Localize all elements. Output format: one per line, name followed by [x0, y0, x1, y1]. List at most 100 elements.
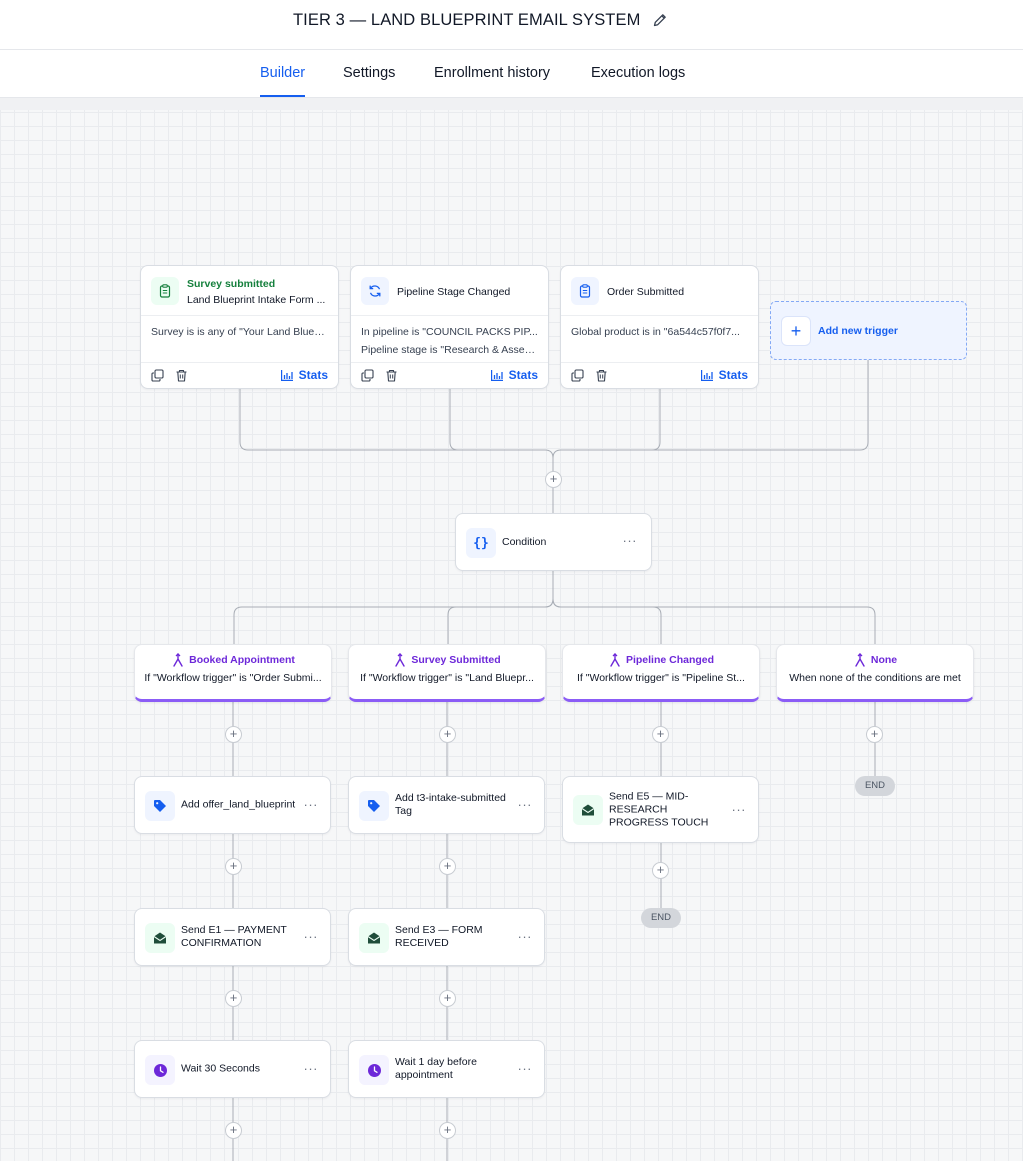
trigger-filter-line: Pipeline stage is "Research & Asses... — [361, 344, 538, 356]
more-options-icon[interactable]: ··· — [518, 929, 533, 944]
add-trigger-label: Add new trigger — [818, 325, 898, 337]
tab-execution-logs[interactable]: Execution logs — [591, 65, 685, 95]
branch-booked-appointment[interactable]: Booked Appointment If "Workflow trigger"… — [134, 644, 332, 702]
more-options-icon[interactable]: ··· — [304, 1061, 319, 1076]
branch-title: Pipeline Changed — [563, 653, 759, 667]
tab-settings[interactable]: Settings — [343, 65, 395, 95]
pencil-icon[interactable] — [652, 12, 670, 30]
end-marker: END — [855, 776, 895, 796]
stats-label: Stats — [508, 368, 538, 382]
end-marker: END — [641, 908, 681, 928]
mail-icon — [573, 795, 603, 825]
stats-button[interactable]: Stats — [280, 368, 328, 382]
trigger-header: Pipeline Stage Changed — [351, 266, 548, 316]
trigger-title: Pipeline Stage Changed — [397, 286, 511, 298]
tag-icon — [145, 791, 175, 821]
workflow-title: TIER 3 — LAND BLUEPRINT EMAIL SYSTEM — [293, 11, 641, 29]
braces-icon: {} — [466, 528, 496, 558]
add-step-button[interactable]: + — [652, 862, 669, 879]
condition-node[interactable]: {} Condition ··· — [455, 513, 652, 571]
trigger-card-pipeline-stage-changed[interactable]: Pipeline Stage Changed In pipeline is "C… — [350, 265, 549, 389]
clock-icon — [145, 1055, 175, 1085]
branch-icon — [173, 653, 183, 667]
action-label: Wait 1 day before appointment — [395, 1056, 477, 1081]
more-options-icon[interactable]: ··· — [304, 929, 319, 944]
branch-icon — [610, 653, 620, 667]
action-add-tag[interactable]: Add offer_land_blueprint ··· — [134, 776, 331, 834]
branch-condition: If "Workflow trigger" is "Land Bluepr... — [360, 672, 534, 684]
trigger-card-order-submitted[interactable]: Order Submitted Global product is in "6a… — [560, 265, 759, 389]
workflow-canvas[interactable] — [0, 98, 1023, 1161]
trigger-footer: Stats — [561, 362, 758, 388]
add-step-button[interactable]: + — [439, 726, 456, 743]
branch-title-text: Survey Submitted — [411, 654, 501, 666]
more-options-icon[interactable]: ··· — [623, 533, 638, 548]
branch-icon — [395, 653, 406, 667]
action-label: Add t3-intake-submitted Tag — [395, 792, 506, 817]
add-step-button[interactable]: + — [225, 990, 242, 1007]
branch-title: Booked Appointment — [135, 653, 331, 667]
add-step-button[interactable]: + — [439, 1122, 456, 1139]
plus-icon: + — [781, 316, 811, 346]
trigger-footer: Stats — [141, 362, 338, 388]
branch-none[interactable]: None When none of the conditions are met — [776, 644, 974, 702]
more-options-icon[interactable]: ··· — [304, 797, 319, 812]
action-send-email[interactable]: Send E1 — PAYMENT CONFIRMATION ··· — [134, 908, 331, 966]
trigger-footer: Stats — [351, 362, 548, 388]
branch-title-text: None — [870, 654, 898, 666]
more-options-icon[interactable]: ··· — [732, 801, 747, 816]
trigger-header: Order Submitted — [561, 266, 758, 316]
stats-button[interactable]: Stats — [490, 368, 538, 382]
branch-pipeline-changed[interactable]: Pipeline Changed If "Workflow trigger" i… — [562, 644, 760, 702]
bar-chart-icon — [280, 369, 293, 381]
add-step-button[interactable]: + — [545, 471, 562, 488]
action-wait[interactable]: Wait 1 day before appointment ··· — [348, 1040, 545, 1098]
action-send-email[interactable]: Send E5 — MID-RESEARCH PROGRESS TOUCH ··… — [562, 776, 759, 843]
copy-icon[interactable] — [571, 369, 584, 382]
trigger-filters: In pipeline is "COUNCIL PACKS PIP... Pip… — [361, 323, 538, 359]
trigger-title: Survey submitted — [187, 278, 276, 290]
stats-button[interactable]: Stats — [700, 368, 748, 382]
action-add-tag[interactable]: Add t3-intake-submitted Tag ··· — [348, 776, 545, 834]
trigger-header: Survey submitted Land Blueprint Intake F… — [141, 266, 338, 316]
branch-title: None — [777, 653, 973, 667]
tab-bar: Builder Settings Enrollment history Exec… — [0, 50, 1023, 98]
action-wait[interactable]: Wait 30 Seconds ··· — [134, 1040, 331, 1098]
add-step-button[interactable]: + — [225, 726, 242, 743]
more-options-icon[interactable]: ··· — [518, 1061, 533, 1076]
trash-icon[interactable] — [595, 369, 608, 382]
tab-enrollment-history[interactable]: Enrollment history — [434, 65, 550, 95]
add-step-button[interactable]: + — [439, 990, 456, 1007]
action-label: Send E3 — FORM RECEIVED — [395, 924, 483, 949]
copy-icon[interactable] — [151, 369, 164, 382]
workflow-header: TIER 3 — LAND BLUEPRINT EMAIL SYSTEM — [0, 0, 1023, 50]
add-step-button[interactable]: + — [439, 858, 456, 875]
trigger-filters: Global product is in "6a544c57f0f7... — [571, 323, 748, 341]
condition-label: Condition — [502, 536, 547, 548]
action-label: Wait 30 Seconds — [181, 1062, 260, 1075]
trigger-filter-line: Survey is is any of "Your Land Bluep... — [151, 326, 328, 338]
action-send-email[interactable]: Send E3 — FORM RECEIVED ··· — [348, 908, 545, 966]
trash-icon[interactable] — [385, 369, 398, 382]
add-new-trigger-button[interactable]: + Add new trigger — [770, 301, 967, 360]
trigger-card-survey-submitted[interactable]: Survey submitted Land Blueprint Intake F… — [140, 265, 339, 389]
more-options-icon[interactable]: ··· — [518, 797, 533, 812]
branch-survey-submitted[interactable]: Survey Submitted If "Workflow trigger" i… — [348, 644, 546, 702]
branch-title-text: Pipeline Changed — [625, 654, 715, 666]
copy-icon[interactable] — [361, 369, 374, 382]
mail-icon — [145, 923, 175, 953]
trash-icon[interactable] — [175, 369, 188, 382]
add-step-button[interactable]: + — [225, 858, 242, 875]
clipboard-icon — [151, 277, 179, 305]
tab-builder[interactable]: Builder — [260, 65, 306, 97]
clipboard-icon — [571, 277, 599, 305]
tag-icon — [359, 791, 389, 821]
trigger-filter-line: Global product is in "6a544c57f0f7... — [571, 326, 740, 338]
add-step-button[interactable]: + — [225, 1122, 242, 1139]
action-label: Send E5 — MID-RESEARCH PROGRESS TOUCH — [609, 790, 709, 828]
add-step-button[interactable]: + — [652, 726, 669, 743]
branch-condition: When none of the conditions are met — [789, 672, 961, 684]
add-step-button[interactable]: + — [866, 726, 883, 743]
trigger-filter-line: In pipeline is "COUNCIL PACKS PIP... — [361, 326, 538, 338]
branch-condition: If "Workflow trigger" is "Pipeline St... — [577, 672, 745, 684]
